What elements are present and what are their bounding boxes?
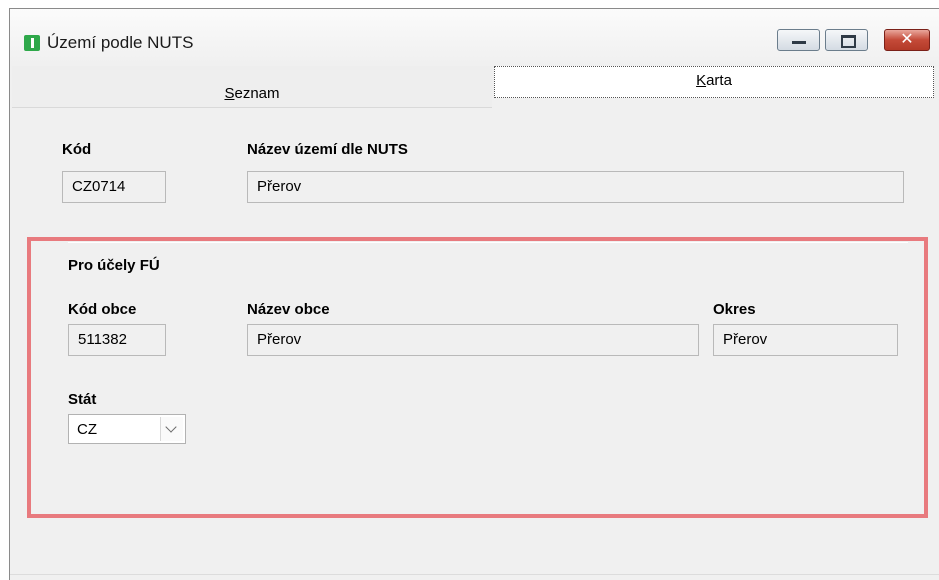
nazev-field[interactable]: Přerov (247, 171, 904, 203)
nazev-obce-label: Název obce (247, 301, 330, 318)
close-icon: ✕ (900, 31, 914, 48)
kod-obce-field[interactable]: 511382 (68, 324, 166, 356)
tab-seznam-label: Seznam (224, 85, 280, 102)
minimize-icon (792, 41, 806, 44)
tab-seznam[interactable]: Seznam (12, 66, 492, 108)
tab-karta-label: Karta (696, 72, 732, 89)
chevron-down-icon[interactable] (160, 417, 183, 441)
tab-karta[interactable]: Karta (494, 66, 934, 98)
stat-select[interactable]: CZ (68, 414, 186, 444)
section-divider (68, 242, 908, 243)
kod-field[interactable]: CZ0714 (62, 171, 166, 203)
stat-select-value: CZ (77, 421, 97, 438)
close-button[interactable]: ✕ (884, 29, 930, 51)
title-bar[interactable]: Území podle NUTS ✕ (10, 9, 939, 64)
kod-label: Kód (62, 141, 92, 158)
nazev-label: Název území dle NUTS (247, 141, 408, 158)
okres-label: Okres (713, 301, 756, 318)
nazev-obce-field[interactable]: Přerov (247, 324, 699, 356)
window-bottom-edge (10, 574, 939, 575)
maximize-icon (841, 35, 856, 48)
okres-field[interactable]: Přerov (713, 324, 898, 356)
highlight-frame (27, 237, 928, 518)
app-window: Území podle NUTS ✕ Seznam Karta Kód CZ07… (9, 8, 939, 580)
stat-label: Stát (68, 391, 97, 408)
maximize-button[interactable] (825, 29, 868, 51)
minimize-button[interactable] (777, 29, 820, 51)
fu-section-heading: Pro účely FÚ (68, 257, 160, 274)
window-title: Území podle NUTS (47, 33, 194, 52)
kod-obce-label: Kód obce (68, 301, 137, 318)
app-logo-icon (24, 35, 40, 51)
